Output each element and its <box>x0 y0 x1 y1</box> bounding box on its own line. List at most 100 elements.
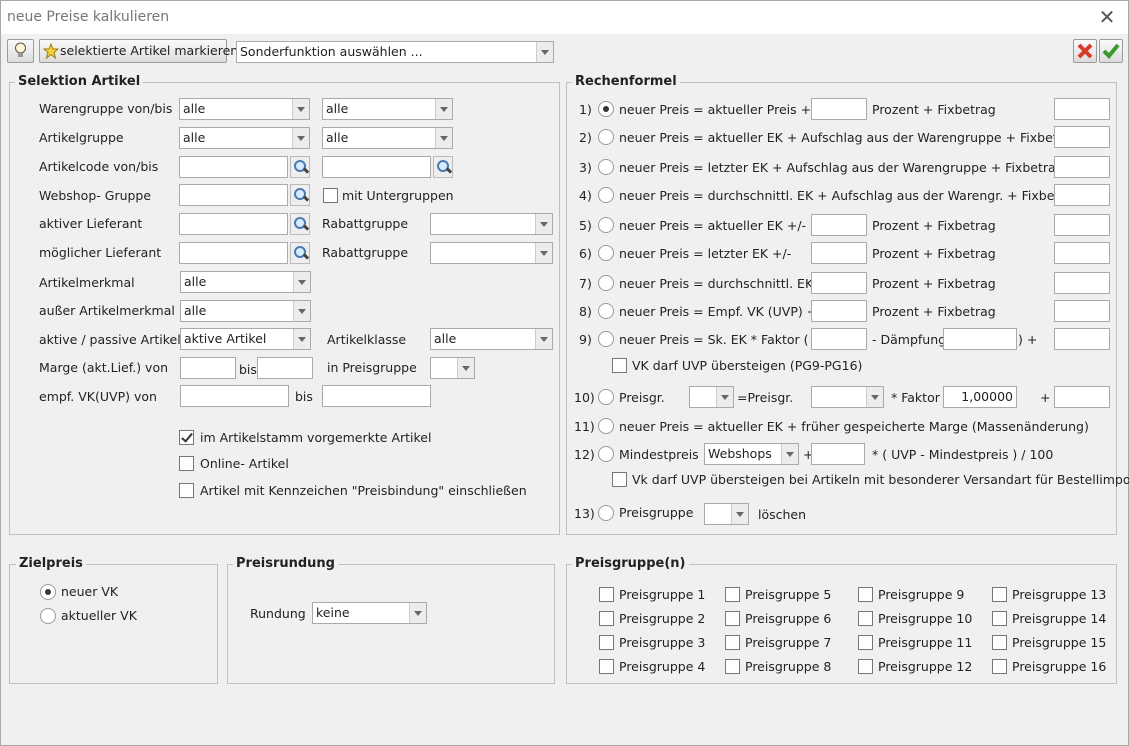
formula-radio-5[interactable] <box>598 217 614 233</box>
chevron-down-icon <box>535 329 552 349</box>
formula-radio-4[interactable] <box>598 187 614 203</box>
formula-percent-5[interactable] <box>811 214 867 236</box>
formula-radio-6[interactable] <box>598 245 614 261</box>
hint-button[interactable] <box>7 39 34 63</box>
artikelcode-from-input[interactable] <box>179 156 288 178</box>
formula-radio-2[interactable] <box>598 129 614 145</box>
formula-fix-5[interactable] <box>1054 214 1110 236</box>
formula-fix-4[interactable] <box>1054 184 1110 206</box>
webshop-gruppe-search-icon[interactable] <box>290 184 310 206</box>
formula-fix-10[interactable] <box>1054 386 1110 408</box>
in-preisgruppe-select[interactable] <box>430 357 475 379</box>
aktiver-lieferant-input[interactable] <box>179 213 288 235</box>
formula-radio-10[interactable] <box>598 389 614 405</box>
preisgr-select-1[interactable] <box>689 386 734 408</box>
mindestpreis-select[interactable]: Webshops <box>704 443 799 465</box>
formula-fix-6[interactable] <box>1054 242 1110 264</box>
close-icon[interactable]: ✕ <box>1098 7 1116 27</box>
preisgruppe-12-checkbox[interactable] <box>858 659 873 674</box>
mark-articles-button[interactable]: selektierte Artikel markieren <box>39 39 238 63</box>
ausser-artikelmerkmal-select[interactable]: alle <box>180 300 311 322</box>
artikelcode-to-input[interactable] <box>322 156 431 178</box>
formula-radio-7[interactable] <box>598 275 614 291</box>
rabattgruppe-select-2[interactable] <box>430 242 553 264</box>
chevron-down-icon <box>293 272 310 292</box>
preisgruppe-1-checkbox[interactable] <box>599 587 614 602</box>
preisgruppe-2-checkbox[interactable] <box>599 611 614 626</box>
formula-radio-8[interactable] <box>598 303 614 319</box>
artikelgruppe-from-select[interactable]: alle <box>179 127 310 149</box>
online-artikel-checkbox[interactable] <box>179 456 194 471</box>
artikelcode-from-search-icon[interactable] <box>290 156 310 178</box>
neuer-vk-radio[interactable] <box>40 584 56 600</box>
artikelmerkmal-select[interactable]: alle <box>180 271 311 293</box>
faktor-input[interactable]: 1,00000 <box>943 386 1017 408</box>
preisgruppe-7-checkbox[interactable] <box>725 635 740 650</box>
aktive-passive-select[interactable]: aktive Artikel <box>180 328 311 350</box>
ok-button[interactable] <box>1099 39 1123 63</box>
artikelgruppe-from-value: alle <box>183 130 206 145</box>
preisgruppe-13-checkbox[interactable] <box>992 587 1007 602</box>
preisgruppe-4-checkbox[interactable] <box>599 659 614 674</box>
mit-untergruppen-checkbox[interactable] <box>323 188 338 203</box>
cancel-button[interactable] <box>1073 39 1097 63</box>
formula-fix-1[interactable] <box>1054 98 1110 120</box>
chevron-down-icon <box>731 504 748 524</box>
formula-fix-2[interactable] <box>1054 126 1110 148</box>
preisgruppe-16-checkbox[interactable] <box>992 659 1007 674</box>
preisgruppe-loeschen-select[interactable] <box>704 503 749 525</box>
moeglicher-lieferant-input[interactable] <box>179 242 288 264</box>
formula-radio-11[interactable] <box>598 418 614 434</box>
warengruppe-to-select[interactable]: alle <box>322 98 453 120</box>
preisgr-select-2[interactable] <box>811 386 884 408</box>
empf-vk-from-input[interactable] <box>180 385 289 407</box>
formula-faktor-9[interactable] <box>811 328 867 350</box>
neuer-vk-label: neuer VK <box>61 584 119 599</box>
formula-fix-8[interactable] <box>1054 300 1110 322</box>
vk-uvp-pg-checkbox[interactable] <box>612 358 627 373</box>
formula-percent-6[interactable] <box>811 242 867 264</box>
rundung-select[interactable]: keine <box>312 602 427 624</box>
artikelklasse-select[interactable]: alle <box>430 328 553 350</box>
formula-radio-12[interactable] <box>598 446 614 462</box>
formula-num-3: 3) <box>579 160 592 175</box>
formula-percent-8[interactable] <box>811 300 867 322</box>
formula-percent-7[interactable] <box>811 272 867 294</box>
formula-fix-9[interactable] <box>1054 328 1110 350</box>
empf-vk-to-input[interactable] <box>322 385 431 407</box>
formula-radio-1[interactable] <box>598 101 614 117</box>
formula-radio-13[interactable] <box>598 505 614 521</box>
formula-fix-7[interactable] <box>1054 272 1110 294</box>
preisgruppe-6-checkbox[interactable] <box>725 611 740 626</box>
preisgruppe-11-checkbox[interactable] <box>858 635 873 650</box>
special-function-select[interactable]: Sonderfunktion auswählen ... <box>236 41 554 63</box>
vorgemerkte-artikel-checkbox[interactable] <box>179 430 194 445</box>
formula-radio-3[interactable] <box>598 159 614 175</box>
formula-daempfung-input[interactable] <box>943 328 1017 350</box>
vk-uvp-versandart-checkbox[interactable] <box>612 472 627 487</box>
artikelmerkmal-value: alle <box>184 274 207 289</box>
mindestpreis-input[interactable] <box>811 443 865 465</box>
window-title: neue Preise kalkulieren <box>7 9 170 25</box>
warengruppe-from-select[interactable]: alle <box>179 98 310 120</box>
preisgruppe-10-checkbox[interactable] <box>858 611 873 626</box>
formula-radio-9[interactable] <box>598 331 614 347</box>
moeglicher-lieferant-search-icon[interactable] <box>290 242 310 264</box>
rabattgruppe-select-1[interactable] <box>430 213 553 235</box>
marge-to-input[interactable] <box>257 357 313 379</box>
webshop-gruppe-input[interactable] <box>179 184 288 206</box>
artikelgruppe-to-select[interactable]: alle <box>322 127 453 149</box>
preisgruppe-9-checkbox[interactable] <box>858 587 873 602</box>
formula-fix-3[interactable] <box>1054 156 1110 178</box>
preisgruppe-8-checkbox[interactable] <box>725 659 740 674</box>
preisgruppe-3-checkbox[interactable] <box>599 635 614 650</box>
preisgruppe-14-checkbox[interactable] <box>992 611 1007 626</box>
preisgruppe-5-checkbox[interactable] <box>725 587 740 602</box>
formula-percent-1[interactable] <box>811 98 867 120</box>
preisbindung-checkbox[interactable] <box>179 483 194 498</box>
preisgruppe-15-checkbox[interactable] <box>992 635 1007 650</box>
artikelcode-to-search-icon[interactable] <box>433 156 453 178</box>
aktiver-lieferant-search-icon[interactable] <box>290 213 310 235</box>
aktueller-vk-radio[interactable] <box>40 608 56 624</box>
marge-from-input[interactable] <box>180 357 236 379</box>
